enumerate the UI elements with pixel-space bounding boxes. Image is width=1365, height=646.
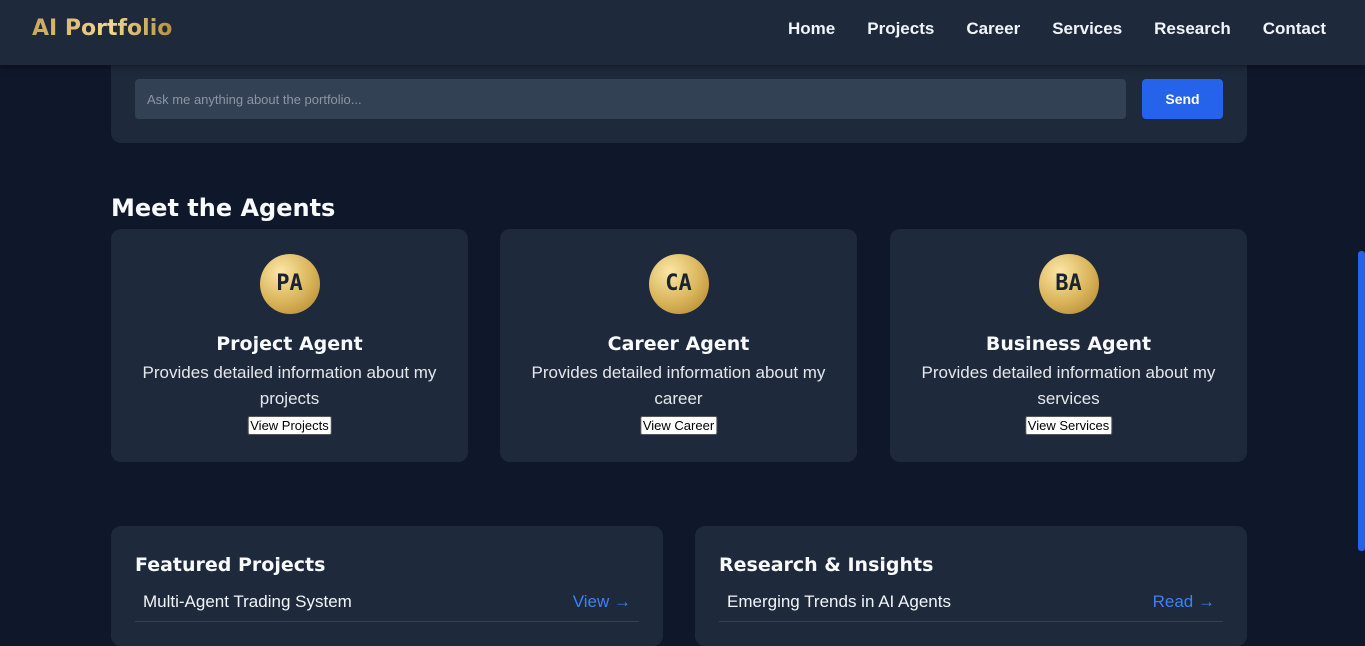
site-logo[interactable]: AI Portfolio — [32, 16, 172, 41]
project-title: Multi-Agent Trading System — [143, 592, 352, 611]
research-panel: Research & Insights Emerging Trends in A… — [695, 526, 1247, 646]
agent-card-career: CA Career Agent Provides detailed inform… — [500, 229, 857, 462]
view-services-button[interactable]: View Services — [1024, 416, 1113, 435]
view-projects-button[interactable]: View Projects — [247, 416, 332, 435]
view-project-link[interactable]: View → — [573, 592, 631, 612]
research-title: Research & Insights — [719, 554, 934, 576]
agent-description: Provides detailed information about my s… — [921, 363, 1216, 408]
nav-link-home[interactable]: Home — [788, 19, 835, 39]
page-scrollbar[interactable] — [1358, 251, 1365, 551]
chat-input[interactable] — [135, 79, 1126, 119]
agent-card-project: PA Project Agent Provides detailed infor… — [111, 229, 468, 462]
agent-name: Career Agent — [607, 333, 750, 355]
agents-section-title: Meet the Agents — [111, 194, 336, 222]
agent-card-business: BA Business Agent Provides detailed info… — [890, 229, 1247, 462]
agent-description: Provides detailed information about my c… — [531, 363, 826, 408]
nav-link-projects[interactable]: Projects — [867, 19, 934, 39]
featured-projects-title: Featured Projects — [135, 554, 326, 576]
nav-link-career[interactable]: Career — [966, 19, 1020, 39]
nav-link-contact[interactable]: Contact — [1263, 19, 1326, 39]
view-career-button[interactable]: View Career — [639, 416, 718, 435]
list-item: Emerging Trends in AI Agents Read → — [719, 588, 1223, 622]
agent-avatar: BA — [1038, 254, 1099, 314]
nav-link-research[interactable]: Research — [1154, 19, 1231, 39]
agent-avatar: CA — [648, 254, 709, 314]
list-item: Multi-Agent Trading System View → — [135, 588, 639, 622]
agent-avatar: PA — [259, 254, 320, 314]
main-nav: Home Projects Career Services Research C… — [788, 19, 1326, 39]
agent-description: Provides detailed information about my p… — [142, 363, 437, 408]
send-button[interactable]: Send — [1142, 79, 1223, 119]
agent-name: Business Agent — [985, 333, 1152, 355]
research-item-title: Emerging Trends in AI Agents — [727, 592, 951, 611]
read-research-link[interactable]: Read → — [1153, 592, 1215, 612]
nav-link-services[interactable]: Services — [1052, 19, 1122, 39]
agent-name: Project Agent — [216, 333, 363, 355]
featured-projects-panel: Featured Projects Multi-Agent Trading Sy… — [111, 526, 663, 646]
top-navigation-bar: AI Portfolio Home Projects Career Servic… — [0, 0, 1365, 65]
